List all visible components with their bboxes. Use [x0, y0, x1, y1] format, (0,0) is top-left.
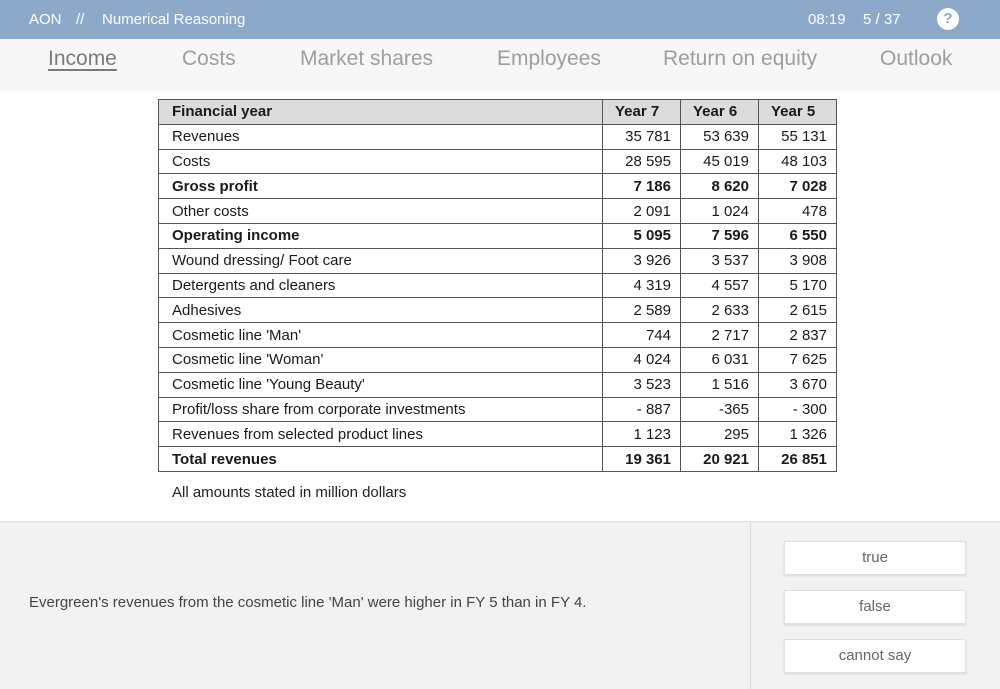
tab-return-on-equity[interactable]: Return on equity	[663, 47, 817, 71]
cell-year-5: 55 131	[758, 123, 837, 150]
answer-cannot-say-button[interactable]: cannot say	[784, 639, 966, 673]
cell-year-7: 4 319	[602, 272, 681, 299]
row-label: Cosmetic line 'Woman'	[158, 346, 603, 373]
panel-divider	[750, 522, 751, 689]
tab-income[interactable]: Income	[48, 47, 117, 71]
top-bar: AON // Numerical Reasoning 08:19 5 / 37 …	[0, 0, 1000, 39]
cell-year-7: 4 024	[602, 346, 681, 373]
cell-year-7: 7 186	[602, 173, 681, 200]
cell-year-7: 2 091	[602, 198, 681, 224]
question-text: Evergreen's revenues from the cosmetic l…	[29, 594, 587, 611]
cell-year-6: 8 620	[680, 173, 759, 200]
table-footnote: All amounts stated in million dollars	[172, 484, 407, 501]
answer-false-button[interactable]: false	[784, 590, 966, 624]
cell-year-5: 5 170	[758, 272, 837, 299]
header-year-6: Year 6	[680, 99, 759, 125]
section-title: Numerical Reasoning	[102, 11, 246, 28]
cell-year-6: 20 921	[680, 446, 759, 472]
cell-year-7: 5 095	[602, 222, 681, 249]
cell-year-5: 7 625	[758, 346, 837, 373]
cell-year-5: 2 615	[758, 297, 837, 324]
cell-year-7: 28 595	[602, 148, 681, 175]
timer: 08:19	[808, 11, 846, 28]
question-counter: 5 / 37	[863, 11, 901, 28]
header-year-5: Year 5	[758, 99, 837, 125]
cell-year-6: -365	[680, 396, 759, 423]
cell-year-6: 3 537	[680, 247, 759, 274]
cell-year-6: 1 516	[680, 371, 759, 398]
row-label: Adhesives	[158, 297, 603, 324]
answer-true-button[interactable]: true	[784, 541, 966, 575]
financial-table: Financial year Year 7 Year 6 Year 5 Reve…	[158, 99, 837, 472]
breadcrumb-separator: //	[76, 11, 85, 28]
table-row: Other costs 2 091 1 024 478	[158, 198, 837, 224]
cell-year-5: 6 550	[758, 222, 837, 249]
content-panel: Financial year Year 7 Year 6 Year 5 Reve…	[0, 91, 1000, 521]
cell-year-7: 3 523	[602, 371, 681, 398]
table-row: Revenues from selected product lines 1 1…	[158, 421, 837, 448]
row-label: Gross profit	[158, 173, 603, 200]
cell-year-5: 26 851	[758, 446, 837, 472]
table-row: Cosmetic line 'Man' 744 2 717 2 837	[158, 322, 837, 348]
cell-year-5: 478	[758, 198, 837, 224]
header-year-7: Year 7	[602, 99, 681, 125]
cell-year-6: 53 639	[680, 123, 759, 150]
cell-year-7: 19 361	[602, 446, 681, 472]
cell-year-6: 295	[680, 421, 759, 448]
cell-year-5: - 300	[758, 396, 837, 423]
row-label: Revenues from selected product lines	[158, 421, 603, 448]
table-row: Wound dressing/ Foot care 3 926 3 537 3 …	[158, 247, 837, 274]
cell-year-6: 4 557	[680, 272, 759, 299]
cell-year-5: 3 908	[758, 247, 837, 274]
tab-costs[interactable]: Costs	[182, 47, 236, 71]
cell-year-7: 2 589	[602, 297, 681, 324]
cell-year-5: 7 028	[758, 173, 837, 200]
row-label: Total revenues	[158, 446, 603, 472]
cell-year-7: 1 123	[602, 421, 681, 448]
tab-employees[interactable]: Employees	[497, 47, 601, 71]
table-row: Detergents and cleaners 4 319 4 557 5 17…	[158, 272, 837, 299]
cell-year-6: 2 717	[680, 322, 759, 348]
row-label: Profit/loss share from corporate investm…	[158, 396, 603, 423]
table-row: Operating income 5 095 7 596 6 550	[158, 222, 837, 249]
cell-year-6: 45 019	[680, 148, 759, 175]
cell-year-7: 744	[602, 322, 681, 348]
cell-year-5: 2 837	[758, 322, 837, 348]
row-label: Wound dressing/ Foot care	[158, 247, 603, 274]
table-row: Revenues 35 781 53 639 55 131	[158, 123, 837, 150]
cell-year-6: 1 024	[680, 198, 759, 224]
help-icon[interactable]: ?	[937, 8, 959, 30]
row-label: Revenues	[158, 123, 603, 150]
table-header-row: Financial year Year 7 Year 6 Year 5	[158, 99, 837, 125]
row-label: Detergents and cleaners	[158, 272, 603, 299]
cell-year-7: 35 781	[602, 123, 681, 150]
tab-outlook[interactable]: Outlook	[880, 47, 952, 71]
table-row: Profit/loss share from corporate investm…	[158, 396, 837, 423]
row-label: Cosmetic line 'Young Beauty'	[158, 371, 603, 398]
header-financial-year: Financial year	[158, 99, 603, 125]
cell-year-6: 7 596	[680, 222, 759, 249]
table-row: Cosmetic line 'Woman' 4 024 6 031 7 625	[158, 346, 837, 373]
cell-year-6: 6 031	[680, 346, 759, 373]
table-row: Total revenues 19 361 20 921 26 851	[158, 446, 837, 472]
cell-year-5: 3 670	[758, 371, 837, 398]
row-label: Costs	[158, 148, 603, 175]
cell-year-5: 48 103	[758, 148, 837, 175]
question-panel: Evergreen's revenues from the cosmetic l…	[0, 521, 1000, 689]
row-label: Cosmetic line 'Man'	[158, 322, 603, 348]
cell-year-6: 2 633	[680, 297, 759, 324]
table-row: Adhesives 2 589 2 633 2 615	[158, 297, 837, 324]
tab-market-shares[interactable]: Market shares	[300, 47, 433, 71]
row-label: Operating income	[158, 222, 603, 249]
table-row: Cosmetic line 'Young Beauty' 3 523 1 516…	[158, 371, 837, 398]
cell-year-7: 3 926	[602, 247, 681, 274]
brand-label: AON	[29, 11, 62, 28]
cell-year-7: - 887	[602, 396, 681, 423]
table-row: Gross profit 7 186 8 620 7 028	[158, 173, 837, 200]
cell-year-5: 1 326	[758, 421, 837, 448]
tab-bar: Income Costs Market shares Employees Ret…	[0, 39, 1000, 91]
table-row: Costs 28 595 45 019 48 103	[158, 148, 837, 175]
row-label: Other costs	[158, 198, 603, 224]
